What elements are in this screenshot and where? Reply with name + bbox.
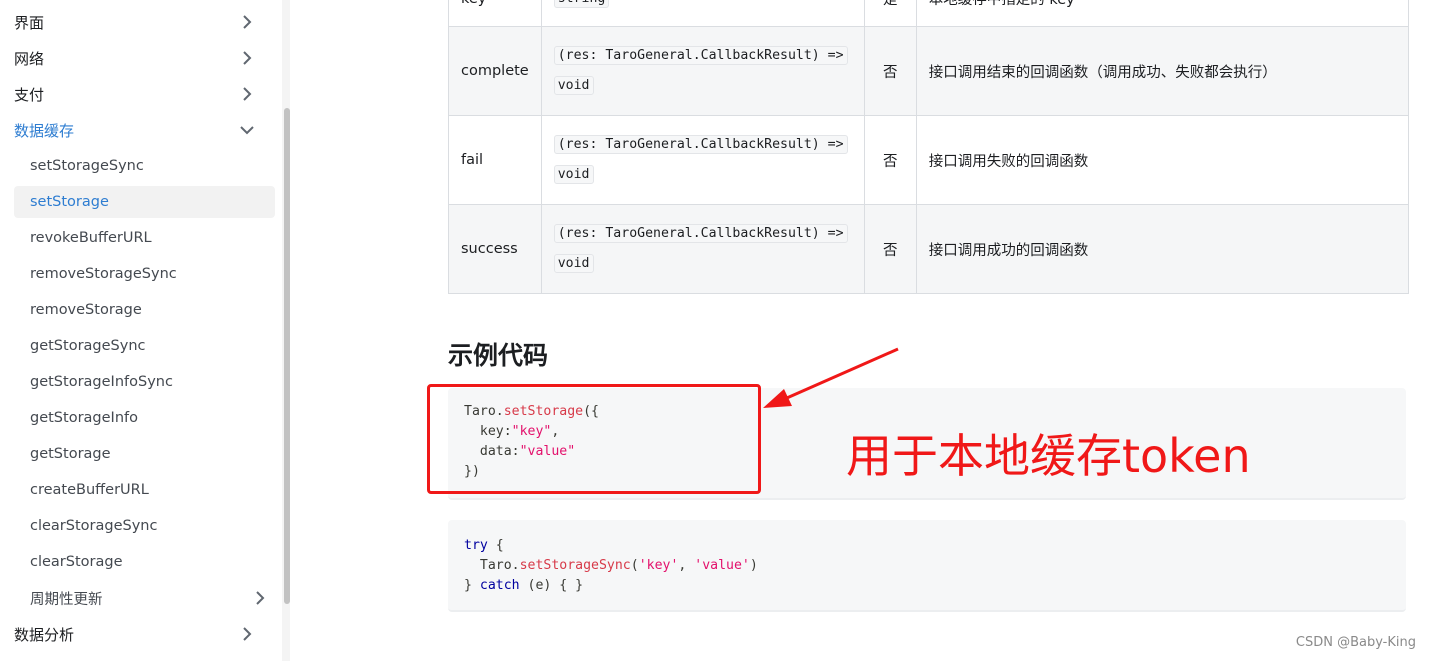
chevron-right-icon [243, 627, 252, 641]
code-token: } [464, 578, 480, 593]
sidebar-item-getStorageInfoSync[interactable]: getStorageInfoSync [14, 366, 275, 398]
param-required: 否 [863, 204, 917, 294]
sidebar-item-removeStorageSync[interactable]: removeStorageSync [14, 258, 275, 290]
sidebar-item-clearStorageSync[interactable]: clearStorageSync [14, 510, 275, 542]
sidebar-item-label: removeStorage [30, 302, 142, 318]
sidebar-item-setStorageSync[interactable]: setStorageSync [14, 150, 275, 182]
sidebar-item-label: getStorageInfoSync [30, 374, 173, 390]
param-type-code: string [553, 0, 610, 8]
sidebar-category-label: 网络 [14, 49, 45, 68]
code-token-string: 'key' [638, 558, 679, 573]
sidebar-item-label: clearStorageSync [30, 518, 158, 534]
param-desc: 接口调用结束的回调函数（调用成功、失败都会执行） [915, 26, 1409, 116]
sidebar-category-label: 数据分析 [14, 625, 75, 644]
chevron-right-icon [256, 591, 265, 605]
sidebar-item-clearStorage[interactable]: clearStorage [14, 546, 275, 578]
annotation-highlight-box [427, 384, 761, 494]
param-desc: 接口调用成功的回调函数 [915, 204, 1409, 294]
code-token: ( [630, 558, 639, 573]
param-type-code: (res: TaroGeneral.CallbackResult) => [553, 46, 848, 65]
param-type-code: (res: TaroGeneral.CallbackResult) => [553, 135, 848, 154]
param-type-code: void [553, 165, 594, 184]
param-type: (res: TaroGeneral.CallbackResult) => voi… [540, 26, 865, 116]
sidebar-category-label: 支付 [14, 85, 45, 104]
sidebar-item-label: removeStorageSync [30, 266, 177, 282]
sidebar-item-getStorageSync[interactable]: getStorageSync [14, 330, 275, 362]
sidebar-item-label: getStorage [30, 446, 111, 462]
sidebar: 界面 网络 支付 数据缓存 setStorageSync setStorage … [0, 0, 282, 661]
sidebar-category-data-cache[interactable]: 数据缓存 [0, 112, 276, 148]
section-heading: 示例代码 [448, 341, 549, 370]
code-token: (e) { } [519, 578, 584, 593]
param-name: fail [448, 115, 542, 205]
param-required: 否 [863, 115, 917, 205]
param-name: success [448, 204, 542, 294]
param-type-code: void [553, 76, 594, 95]
sidebar-item-label: 周期性更新 [30, 591, 103, 608]
param-type-code: (res: TaroGeneral.CallbackResult) => [553, 224, 848, 243]
sidebar-item-setStorage[interactable]: setStorage [14, 186, 275, 218]
param-required: 是 [863, 0, 917, 27]
sidebar-category-data-analysis[interactable]: 数据分析 [0, 616, 276, 652]
code-token: ) [749, 558, 758, 573]
sidebar-scrollbar-thumb[interactable] [284, 108, 290, 604]
chevron-right-icon [243, 51, 252, 65]
sidebar-category-payment[interactable]: 支付 [0, 76, 276, 112]
sidebar-item-createBufferURL[interactable]: createBufferURL [14, 474, 275, 506]
params-table: key string 是 本地缓存中指定的 key complete (res:… [448, 0, 1409, 294]
param-type: (res: TaroGeneral.CallbackResult) => voi… [540, 115, 865, 205]
code-token: Taro. [464, 558, 520, 573]
param-name: key [448, 0, 542, 27]
code-token: { [487, 538, 504, 553]
table-row: complete (res: TaroGeneral.CallbackResul… [448, 26, 1409, 116]
param-name: complete [448, 26, 542, 116]
param-type: string [540, 0, 865, 27]
sidebar-item-label: clearStorage [30, 554, 123, 570]
sidebar-item-label: revokeBufferURL [30, 230, 152, 246]
chevron-right-icon [243, 87, 252, 101]
param-desc: 本地缓存中指定的 key [915, 0, 1409, 27]
sidebar-category-label: 界面 [14, 13, 45, 32]
param-desc: 接口调用失败的回调函数 [915, 115, 1409, 205]
param-type: (res: TaroGeneral.CallbackResult) => voi… [540, 204, 865, 294]
code-token-keyword: try [464, 538, 488, 553]
table-row: success (res: TaroGeneral.CallbackResult… [448, 204, 1409, 294]
watermark: CSDN @Baby-King [1295, 635, 1416, 650]
sidebar-item-getStorage[interactable]: getStorage [14, 438, 275, 470]
code-token-keyword: catch [479, 578, 520, 593]
sidebar-item-periodic-update[interactable]: 周期性更新 [14, 582, 275, 614]
sidebar-item-removeStorage[interactable]: removeStorage [14, 294, 275, 326]
code-token-string: 'value' [694, 558, 750, 573]
table-row: fail (res: TaroGeneral.CallbackResult) =… [448, 115, 1409, 205]
sidebar-item-label: getStorageSync [30, 338, 146, 354]
annotation-text: 用于本地缓存token [846, 429, 1251, 483]
sidebar-category-label: 数据缓存 [14, 121, 75, 140]
code-token-fn: setStorageSync [519, 558, 631, 573]
sidebar-item-label: setStorageSync [30, 158, 144, 174]
chevron-down-icon [240, 126, 254, 135]
sidebar-category-ui[interactable]: 界面 [0, 4, 276, 40]
sidebar-item-revokeBufferURL[interactable]: revokeBufferURL [14, 222, 275, 254]
sidebar-item-label: createBufferURL [30, 482, 149, 498]
param-required: 否 [863, 26, 917, 116]
sidebar-category-network[interactable]: 网络 [0, 40, 276, 76]
sidebar-item-label: getStorageInfo [30, 410, 138, 426]
param-type-code: void [553, 254, 594, 273]
code-token: , [678, 558, 695, 573]
chevron-right-icon [243, 15, 252, 29]
sidebar-item-label: setStorage [30, 194, 109, 210]
table-row: key string 是 本地缓存中指定的 key [448, 0, 1409, 27]
code-block-set-storage-sync[interactable]: try { Taro.setStorageSync('key', 'value'… [448, 520, 1406, 612]
sidebar-item-getStorageInfo[interactable]: getStorageInfo [14, 402, 275, 434]
